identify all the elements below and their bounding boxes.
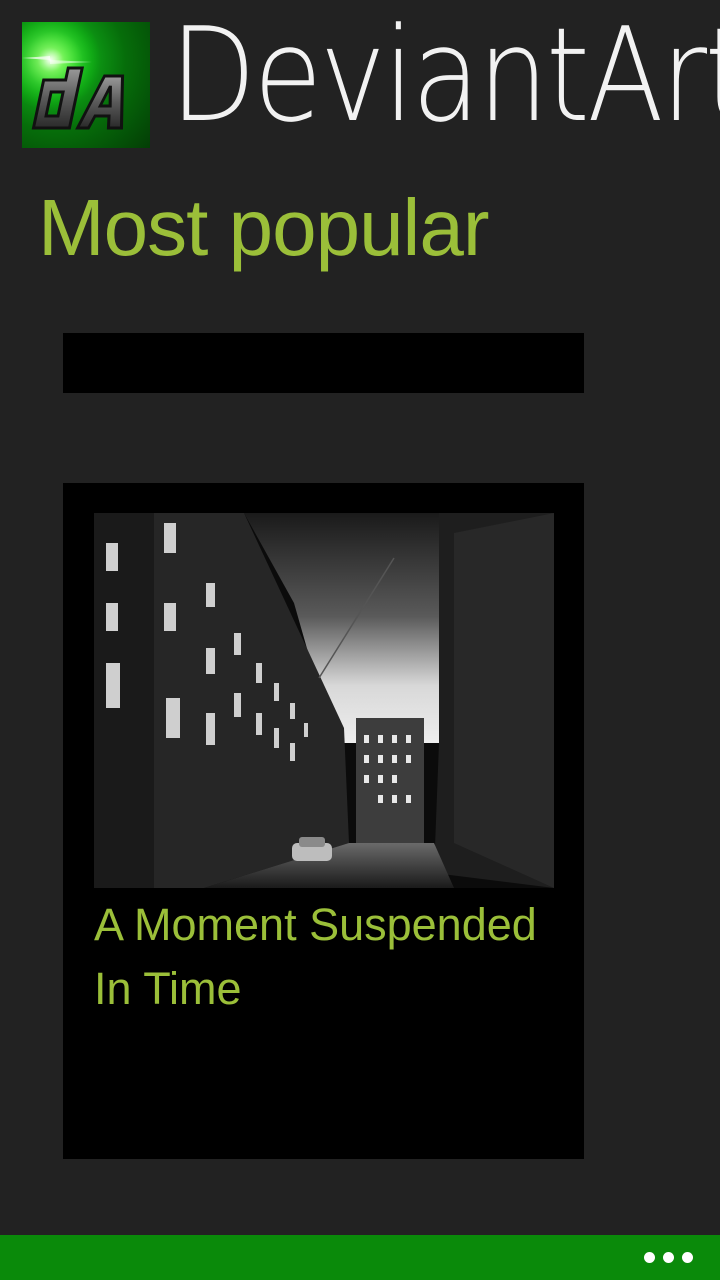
- application-bar: [0, 1235, 720, 1280]
- card-title[interactable]: A Moment Suspended In Time: [94, 893, 554, 1021]
- main-screen: DeviantArt Most popular A Moment Suspend…: [0, 0, 720, 1280]
- deviation-card[interactable]: A Moment Suspended In Time: [63, 483, 584, 1159]
- card-placeholder[interactable]: [63, 333, 584, 393]
- deviantart-logo-icon: [22, 22, 150, 148]
- dot-icon: [663, 1252, 674, 1263]
- section-title: Most popular: [38, 183, 489, 272]
- card-image[interactable]: [94, 513, 554, 888]
- dot-icon: [644, 1252, 655, 1263]
- app-title: DeviantArt: [170, 0, 720, 151]
- dot-icon: [682, 1252, 693, 1263]
- ellipsis-icon[interactable]: [644, 1235, 694, 1280]
